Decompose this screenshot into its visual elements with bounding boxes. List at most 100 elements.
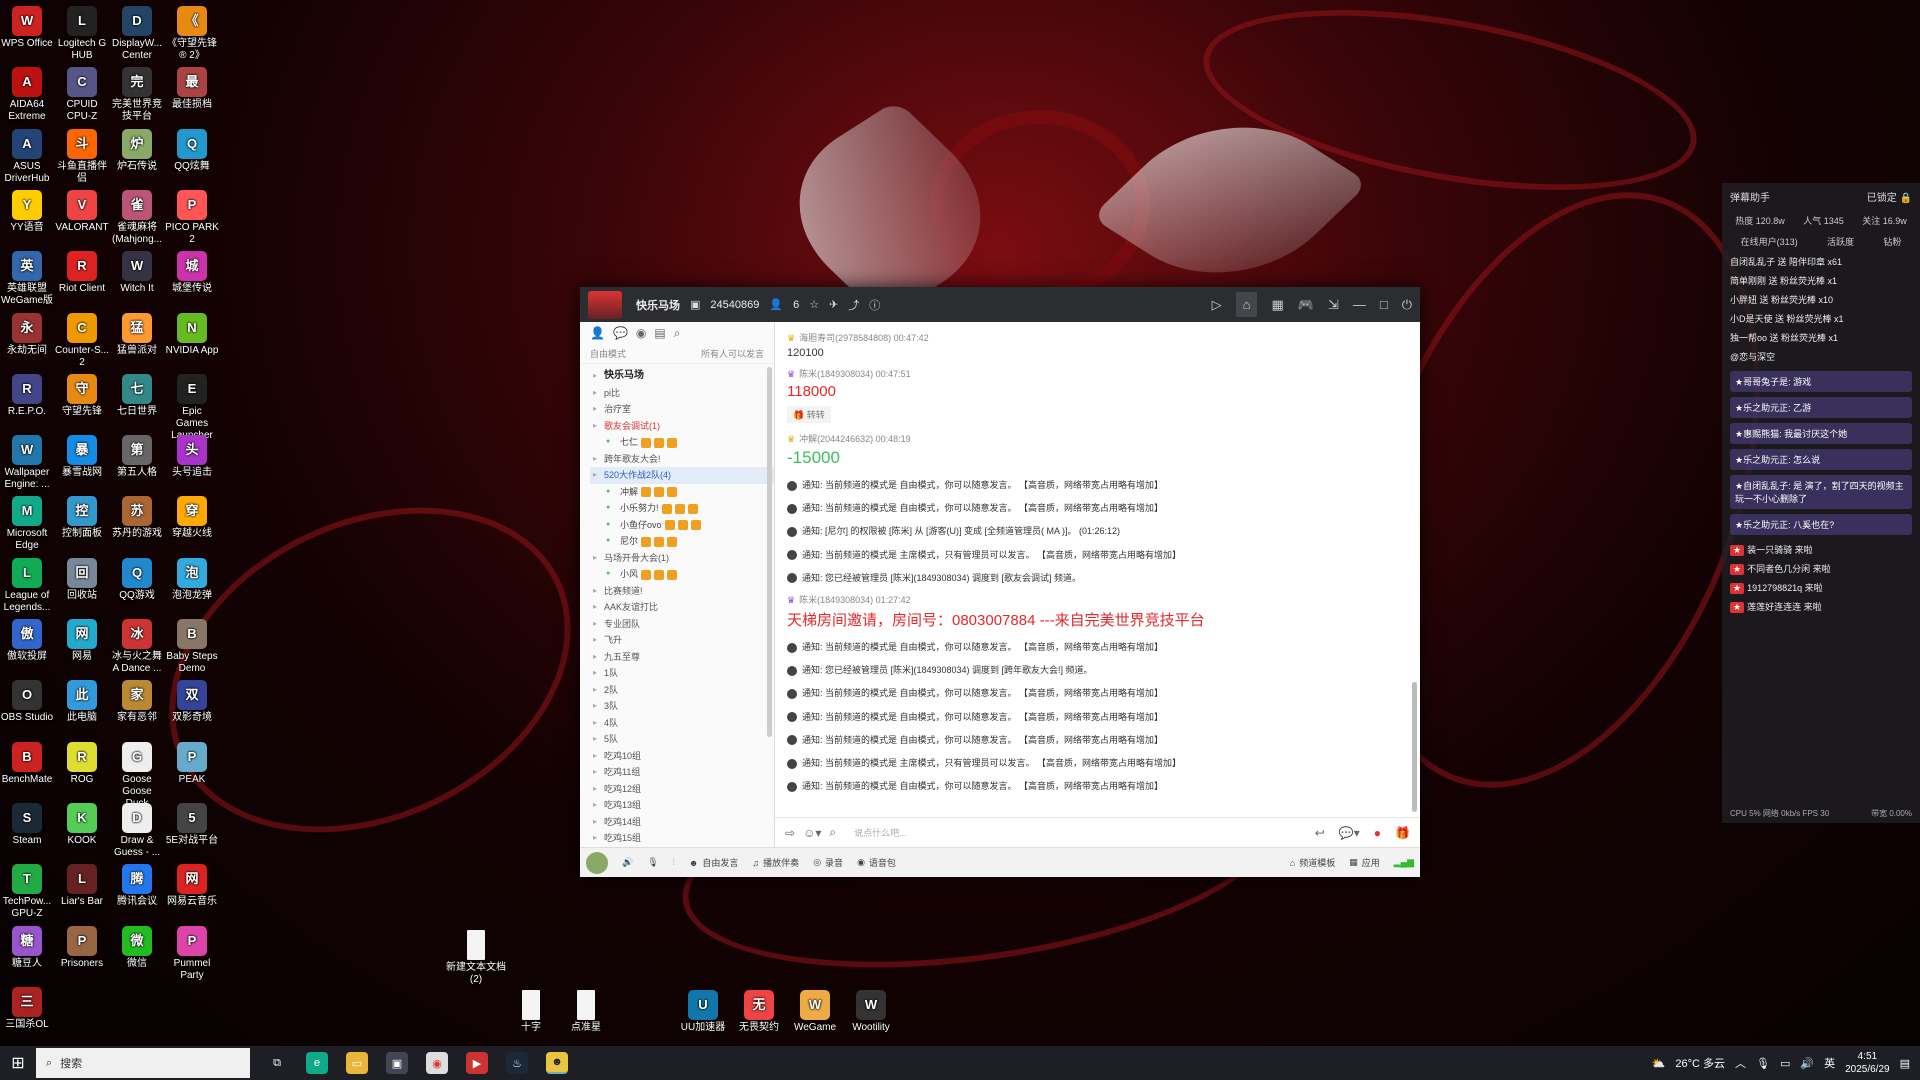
- channel-item[interactable]: 马场开骨大会(1): [590, 550, 774, 567]
- share-icon[interactable]: ⤴: [848, 297, 859, 313]
- speaker-icon[interactable]: 🔊: [622, 857, 633, 868]
- chrome-icon[interactable]: ◉: [426, 1052, 448, 1074]
- channel-item[interactable]: 吃鸡15组: [590, 830, 774, 847]
- desktop-icon[interactable]: C CPUID CPU-Z: [55, 67, 109, 123]
- channel-item[interactable]: 4队: [590, 715, 774, 732]
- channel-item[interactable]: 1队: [590, 665, 774, 682]
- desktop-icon[interactable]: K KOOK: [55, 802, 109, 847]
- edge-icon[interactable]: e: [306, 1052, 328, 1074]
- mic-icon[interactable]: 🎙: [647, 857, 658, 868]
- desktop-file[interactable]: 新建文本文档 (2): [445, 930, 507, 986]
- desktop-icon[interactable]: 控控制面板: [55, 496, 109, 540]
- channel-member[interactable]: 尼尔: [590, 533, 774, 550]
- desktop-icon[interactable]: P PICO PARK 2: [165, 189, 219, 246]
- location-icon[interactable]: ◉: [636, 326, 646, 340]
- maximize-icon[interactable]: □: [1380, 297, 1388, 312]
- mixer-icon[interactable]: ⫶: [673, 857, 675, 868]
- desktop-icon[interactable]: 家家有恶邻: [110, 680, 164, 724]
- channel-member[interactable]: 小乐努力!: [590, 500, 774, 517]
- desktop-icon[interactable]: 苏苏丹的游戏: [110, 496, 164, 540]
- desktop-icon[interactable]: GGoose Goose Duck: [110, 741, 164, 810]
- channel-member[interactable]: 七仁: [590, 434, 774, 451]
- chat-icon[interactable]: 💬: [613, 326, 628, 340]
- desktop-icon[interactable]: W Witch It: [110, 251, 164, 295]
- tray-expand-icon[interactable]: ︿: [1735, 1055, 1746, 1071]
- desktop-icon[interactable]: R ROG: [55, 741, 109, 786]
- profile-icon[interactable]: 👤: [590, 326, 605, 340]
- desktop-icon[interactable]: 七七日世界: [110, 373, 164, 418]
- desktop-icon[interactable]: 永永劫无间: [0, 312, 54, 357]
- gift-box-icon[interactable]: 🎁: [1395, 826, 1410, 840]
- info-icon[interactable]: ⓘ: [869, 297, 880, 313]
- desktop-icon[interactable]: B Baby Steps Demo: [165, 619, 219, 675]
- desktop-icon[interactable]: 《《守望先锋® 2》: [165, 6, 219, 62]
- desktop-pinned-icon[interactable]: 无无畏契约: [728, 990, 790, 1034]
- desktop-icon[interactable]: A ASUS DriverHub: [0, 128, 54, 185]
- desktop-icon[interactable]: EEpic Games Launcher: [165, 373, 219, 442]
- desktop-icon[interactable]: 微微信: [110, 925, 164, 970]
- desktop-icon[interactable]: 糖糖豆人: [0, 925, 54, 970]
- media-app-icon[interactable]: ▶: [466, 1052, 488, 1074]
- play-accomp-button[interactable]: ♫ 播放伴奏: [752, 856, 799, 869]
- tab-active[interactable]: 活跃度: [1827, 235, 1854, 248]
- desktop-icon[interactable]: N NVIDIA App: [165, 312, 219, 357]
- channel-item[interactable]: 吃鸡11组: [590, 764, 774, 781]
- store-icon[interactable]: ▣: [386, 1052, 408, 1074]
- desktop-icon[interactable]: 5 5E对战平台: [165, 802, 219, 847]
- desktop-icon[interactable]: P PEAK: [165, 741, 219, 786]
- desktop-icon[interactable]: P Prisoners: [55, 925, 109, 970]
- desktop-icon[interactable]: L Logitech G HUB: [55, 6, 109, 62]
- star-icon[interactable]: ☆: [809, 298, 819, 311]
- tab-gift[interactable]: 钻粉: [1883, 235, 1901, 248]
- screen-share-icon[interactable]: ▷: [1212, 297, 1222, 313]
- gamepad-icon[interactable]: 🎮: [1298, 297, 1314, 313]
- channel-item[interactable]: 快乐马场: [590, 368, 774, 385]
- mic-tray-icon[interactable]: 🎙: [1756, 1057, 1770, 1070]
- desktop-pinned-icon[interactable]: U UU加速器: [672, 990, 734, 1034]
- power-icon[interactable]: ⏻: [1402, 297, 1412, 313]
- desktop-icon[interactable]: 冰冰与火之舞 A Dance ...: [110, 619, 164, 675]
- channel-item[interactable]: 吃鸡13组: [590, 797, 774, 814]
- desktop-icon[interactable]: R Riot Client: [55, 251, 109, 295]
- channel-avatar[interactable]: [588, 290, 622, 319]
- desktop-icon[interactable]: C Counter-S... 2: [55, 312, 109, 369]
- emoji-icon[interactable]: ☺▾: [803, 826, 821, 840]
- desktop-icon[interactable]: 城城堡传说: [165, 251, 219, 295]
- desktop-icon[interactable]: 三三国杀OL: [0, 986, 54, 1031]
- desktop-icon[interactable]: 此此电脑: [55, 680, 109, 724]
- board-icon[interactable]: ▦: [1271, 297, 1283, 313]
- lock-status[interactable]: 已锁定 🔒: [1867, 189, 1912, 204]
- channel-item[interactable]: 吃鸡14组: [590, 814, 774, 831]
- desktop-icon[interactable]: 网网易: [55, 619, 109, 663]
- desktop-icon[interactable]: W WPS Office: [0, 6, 54, 50]
- desktop-icon[interactable]: 傲傲软投屏: [0, 619, 54, 663]
- desktop-icon[interactable]: Q QQ炫舞: [165, 128, 219, 173]
- mic-record-icon[interactable]: ●: [1374, 826, 1381, 840]
- desktop-icon[interactable]: A AIDA64 Extreme: [0, 67, 54, 123]
- desktop-icon[interactable]: 斗斗鱼直播伴侣: [55, 128, 109, 185]
- chat-scrollbar[interactable]: [1412, 682, 1417, 812]
- steam-icon[interactable]: ♨: [506, 1052, 528, 1074]
- bubble-icon[interactable]: 💬▾: [1339, 826, 1360, 840]
- my-avatar[interactable]: [586, 851, 608, 874]
- mode-select[interactable]: 自由模式: [590, 347, 626, 360]
- desktop-icon[interactable]: 雀雀魂麻将(Mahjong...: [110, 189, 164, 246]
- channel-item[interactable]: 5队: [590, 731, 774, 748]
- desktop-icon[interactable]: Y YY语音: [0, 189, 54, 234]
- desktop-icon[interactable]: 第第五人格: [110, 435, 164, 479]
- voice-pack-button[interactable]: ◉ 语音包: [857, 856, 896, 869]
- desktop-icon[interactable]: P Pummel Party: [165, 925, 219, 982]
- channel-item[interactable]: 吃鸡12组: [590, 781, 774, 798]
- ime-indicator[interactable]: 英: [1824, 1055, 1835, 1071]
- desktop-icon[interactable]: 完完美世界竞技平台: [110, 67, 164, 123]
- desktop-icon[interactable]: Q QQ游戏: [110, 557, 164, 602]
- channel-member[interactable]: 冲解: [590, 484, 774, 501]
- voice-app-icon[interactable]: ☻: [546, 1052, 568, 1074]
- channel-item[interactable]: 专业团队: [590, 616, 774, 633]
- desktop-icon[interactable]: L Liar's Bar: [55, 864, 109, 908]
- clock[interactable]: 4:51 2025/6/29: [1845, 1050, 1890, 1076]
- notes-icon[interactable]: ▤: [654, 326, 665, 340]
- record-button[interactable]: ◎ 录音: [813, 856, 843, 869]
- channel-template-button[interactable]: ⌂ 频道模板: [1290, 856, 1335, 869]
- zoom-icon[interactable]: ⌕: [829, 825, 836, 840]
